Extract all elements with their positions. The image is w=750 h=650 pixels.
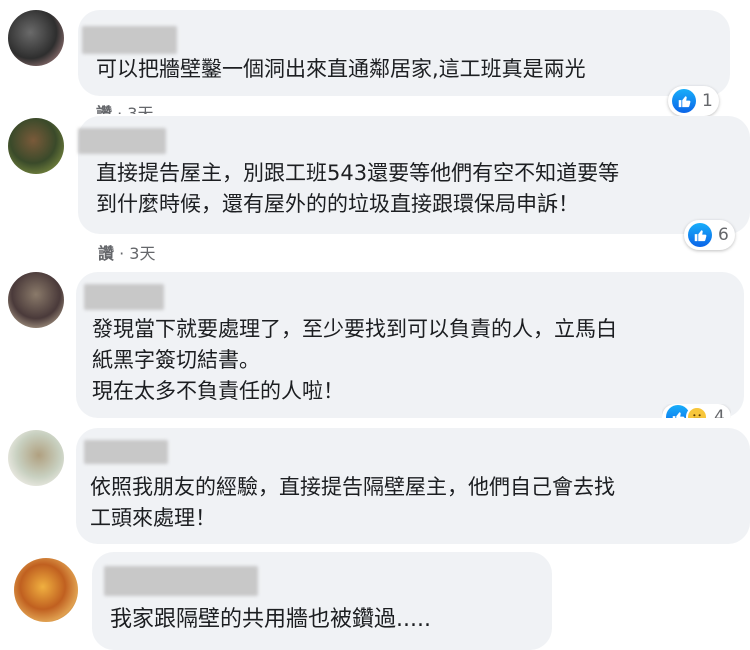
- avatar[interactable]: [8, 118, 64, 174]
- avatar[interactable]: [8, 272, 64, 328]
- comment-text: 可以把牆壁鑿一個洞出來直通鄰居家,這工班真是兩光: [96, 57, 586, 81]
- avatar[interactable]: [8, 10, 64, 66]
- reaction-summary[interactable]: 4: [662, 404, 731, 427]
- author-name-redacted[interactable]: [84, 284, 164, 310]
- comment-text: 我家跟隔壁的共用牆也被鑽過.....: [110, 607, 431, 632]
- author-name-redacted[interactable]: [104, 566, 258, 596]
- like-link[interactable]: 讚: [96, 104, 112, 114]
- timestamp[interactable]: 3天: [129, 244, 155, 263]
- reaction-count: 1: [702, 91, 713, 111]
- comment-text: 直接提告屋主，別跟工班543還要等他們有空不知道要等 到什麼時候，還有屋外的的垃…: [96, 161, 620, 216]
- comment-text: 依照我朋友的經驗，直接提告隔壁屋主，他們自己會去找 工頭來處理！: [90, 475, 615, 530]
- reaction-count: 6: [718, 225, 729, 245]
- reaction-summary[interactable]: 1: [668, 86, 719, 116]
- author-name-redacted[interactable]: [82, 26, 177, 54]
- like-icon: [672, 89, 696, 113]
- reaction-count: 4: [714, 407, 725, 427]
- avatar[interactable]: [8, 430, 64, 486]
- timestamp[interactable]: 3天: [127, 104, 153, 114]
- reaction-summary[interactable]: 6: [684, 220, 735, 250]
- like-icon: [688, 223, 712, 247]
- author-name-redacted[interactable]: [84, 440, 168, 464]
- avatar[interactable]: [14, 558, 78, 622]
- like-link[interactable]: 讚: [98, 244, 114, 263]
- haha-icon: [686, 406, 708, 418]
- author-name-redacted[interactable]: [78, 128, 166, 154]
- comment-text: 發現當下就要處理了，至少要找到可以負責的人，立馬白 紙黑字簽切結書。 現在太多不…: [92, 317, 617, 403]
- comment-meta: 讚 · 3天: [96, 100, 153, 114]
- comment-meta: 讚 · 3天: [98, 244, 156, 263]
